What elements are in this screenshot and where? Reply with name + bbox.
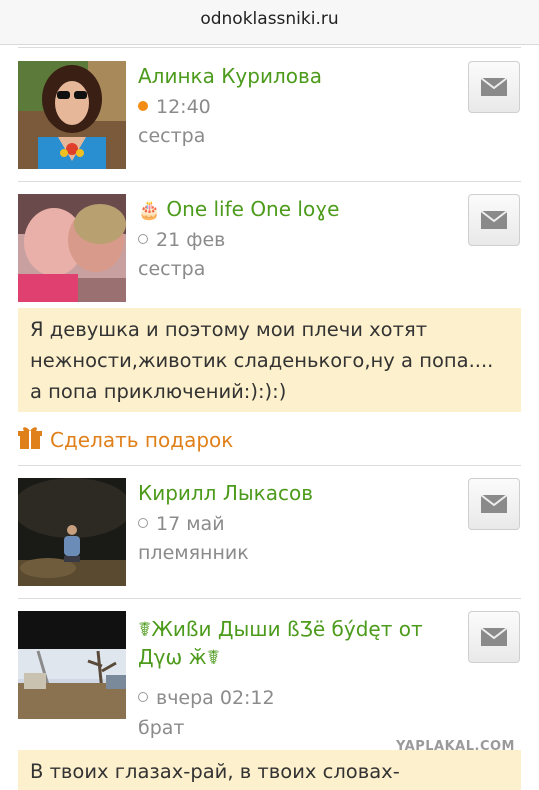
envelope-icon [480,627,508,646]
envelope-icon [480,494,508,513]
last-seen: 21 фев [138,229,225,251]
browser-address-bar[interactable]: odnoklassniki.ru [0,0,539,45]
url-text[interactable]: odnoklassniki.ru [0,9,539,29]
divider [18,47,521,48]
relation-label: сестра [138,258,206,280]
friend-name[interactable]: ☤Жиßи Дыши ßƷё бýdęт от Дγω ӂ☤ [138,617,423,669]
divider [18,465,521,466]
avatar[interactable] [18,611,126,719]
friend-name[interactable]: 🎂 One life One loɣe [138,197,339,221]
send-message-button[interactable] [468,611,520,663]
divider [18,598,521,599]
make-gift-link[interactable]: Сделать подарок [18,426,233,452]
last-seen: вчера 02:12 [138,687,275,709]
offline-status-icon [138,692,148,702]
relation-label: брат [138,717,185,739]
relation-label: сестра [138,125,206,147]
watermark: YAPLAKAL.COM [396,739,515,754]
send-message-button[interactable] [468,194,520,246]
friend-name[interactable]: Кирилл Лыкасов [138,481,313,505]
avatar[interactable] [18,478,126,586]
avatar[interactable] [18,61,126,169]
last-seen: 12:40 [138,96,211,118]
divider [18,181,521,182]
offline-status-icon [138,518,148,528]
relation-label: племянник [138,542,249,564]
send-message-button[interactable] [468,478,520,530]
offline-status-icon [138,234,148,244]
envelope-icon [480,210,508,229]
online-status-icon [138,101,148,111]
gift-icon [18,427,42,449]
status-text: В твоих глазах-рай, в твоих словах- [18,750,521,790]
envelope-icon [480,77,508,96]
send-message-button[interactable] [468,61,520,113]
status-text: Я девушка и поэтому мои плечи хотят нежн… [18,308,521,412]
cake-icon: 🎂 [138,200,161,221]
friend-name[interactable]: Алинка Курилова [138,64,322,88]
avatar[interactable] [18,194,126,302]
last-seen: 17 май [138,513,225,535]
